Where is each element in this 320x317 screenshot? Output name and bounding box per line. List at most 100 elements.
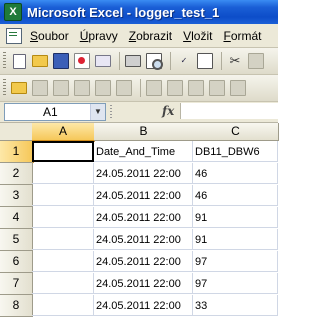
menu-upravy[interactable]: Úpravy bbox=[80, 29, 118, 43]
print-preview-button[interactable] bbox=[145, 52, 163, 70]
new-document-icon bbox=[12, 53, 26, 69]
excel-app-icon[interactable]: X bbox=[4, 3, 22, 21]
research-icon bbox=[197, 53, 213, 69]
print-preview-icon bbox=[146, 53, 163, 70]
cell-c5[interactable]: 91 bbox=[193, 229, 278, 250]
cell-b2[interactable]: 24.05.2011 22:00 bbox=[94, 163, 193, 184]
review-icon bbox=[188, 80, 204, 96]
cell-c7[interactable]: 97 bbox=[193, 273, 278, 294]
toolbar-separator bbox=[140, 79, 141, 97]
cell-a7[interactable] bbox=[32, 273, 94, 294]
review-button-10[interactable] bbox=[229, 79, 247, 97]
save-button[interactable] bbox=[52, 52, 70, 70]
cell-c8[interactable]: 33 bbox=[193, 295, 278, 316]
cell-c4[interactable]: 91 bbox=[193, 207, 278, 228]
spelling-icon: ✓ bbox=[180, 56, 188, 65]
cell-b4[interactable]: 24.05.2011 22:00 bbox=[94, 207, 193, 228]
review-button-4[interactable] bbox=[94, 79, 112, 97]
review-button-7[interactable] bbox=[166, 79, 184, 97]
review-icon bbox=[95, 80, 111, 96]
review-icon bbox=[116, 80, 132, 96]
toolbar-separator bbox=[170, 52, 171, 70]
copy-icon bbox=[248, 53, 264, 69]
review-icon bbox=[74, 80, 90, 96]
row-header-6[interactable]: 6 bbox=[0, 251, 33, 273]
review-button-1[interactable] bbox=[31, 79, 49, 97]
print-icon bbox=[125, 55, 141, 67]
row-header-3[interactable]: 3 bbox=[0, 185, 33, 207]
row-header-5[interactable]: 5 bbox=[0, 229, 33, 251]
toolbar-grip[interactable] bbox=[3, 52, 6, 70]
review-button-5[interactable] bbox=[115, 79, 133, 97]
save-icon bbox=[53, 53, 69, 69]
formula-bar: A1 ▼ fx bbox=[0, 102, 279, 123]
copy-button[interactable] bbox=[247, 52, 265, 70]
row-header-7[interactable]: 7 bbox=[0, 273, 33, 295]
formula-input[interactable] bbox=[180, 103, 279, 119]
workbook-icon[interactable] bbox=[6, 27, 22, 44]
review-icon bbox=[167, 80, 183, 96]
cell-b8[interactable]: 24.05.2011 22:00 bbox=[94, 295, 193, 316]
toolbar-separator bbox=[221, 52, 222, 70]
menu-vlozit[interactable]: Vložit bbox=[183, 29, 212, 43]
cell-b1[interactable]: Date_And_Time bbox=[94, 141, 193, 162]
name-box-value: A1 bbox=[43, 105, 58, 119]
menu-soubor[interactable]: Soubor bbox=[30, 29, 69, 43]
review-button-3[interactable] bbox=[73, 79, 91, 97]
window-title: Microsoft Excel - logger_test_1 bbox=[27, 4, 220, 20]
folder-button[interactable] bbox=[10, 79, 28, 97]
select-all-corner[interactable] bbox=[0, 123, 33, 141]
scissors-icon: ✂ bbox=[229, 53, 241, 68]
cell-b3[interactable]: 24.05.2011 22:00 bbox=[94, 185, 193, 206]
review-button-2[interactable] bbox=[52, 79, 70, 97]
cell-a1[interactable] bbox=[32, 141, 94, 162]
toolbar-separator bbox=[119, 52, 120, 70]
insert-function-icon[interactable]: fx bbox=[162, 104, 174, 118]
cut-button[interactable]: ✂ bbox=[226, 52, 244, 70]
column-header-b[interactable]: B bbox=[94, 123, 194, 141]
reviewing-toolbar bbox=[0, 75, 278, 102]
review-icon bbox=[230, 80, 246, 96]
chevron-down-icon[interactable]: ▼ bbox=[90, 104, 105, 120]
row-header-4[interactable]: 4 bbox=[0, 207, 33, 229]
permission-button[interactable] bbox=[73, 52, 91, 70]
email-button[interactable] bbox=[94, 52, 112, 70]
cell-a8[interactable] bbox=[32, 295, 94, 316]
cell-a4[interactable] bbox=[32, 207, 94, 228]
new-button[interactable] bbox=[10, 52, 28, 70]
menu-format[interactable]: Formát bbox=[223, 29, 261, 43]
email-icon bbox=[95, 55, 111, 67]
review-button-6[interactable] bbox=[145, 79, 163, 97]
review-button-8[interactable] bbox=[187, 79, 205, 97]
cell-c2[interactable]: 46 bbox=[193, 163, 278, 184]
toolbar-grip[interactable] bbox=[3, 79, 6, 97]
row-header-2[interactable]: 2 bbox=[0, 163, 33, 185]
open-folder-icon bbox=[32, 55, 48, 67]
spelling-button[interactable]: ✓ bbox=[175, 52, 193, 70]
cell-c6[interactable]: 97 bbox=[193, 251, 278, 272]
column-header-a[interactable]: A bbox=[32, 123, 95, 142]
cell-a2[interactable] bbox=[32, 163, 94, 184]
column-header-c[interactable]: C bbox=[193, 123, 279, 141]
menu-bar: Soubor Úpravy Zobrazit Vložit Formát bbox=[0, 24, 278, 48]
row-header-8[interactable]: 8 bbox=[0, 295, 33, 317]
title-bar[interactable]: X Microsoft Excel - logger_test_1 bbox=[0, 0, 278, 24]
cell-c1[interactable]: DB11_DBW6 bbox=[193, 141, 278, 162]
open-button[interactable] bbox=[31, 52, 49, 70]
cell-c3[interactable]: 46 bbox=[193, 185, 278, 206]
name-box[interactable]: A1 ▼ bbox=[4, 103, 106, 121]
formula-bar-divider[interactable] bbox=[110, 105, 112, 118]
cell-b6[interactable]: 24.05.2011 22:00 bbox=[94, 251, 193, 272]
cell-b7[interactable]: 24.05.2011 22:00 bbox=[94, 273, 193, 294]
cell-a6[interactable] bbox=[32, 251, 94, 272]
review-icon bbox=[53, 80, 69, 96]
print-button[interactable] bbox=[124, 52, 142, 70]
cell-a5[interactable] bbox=[32, 229, 94, 250]
review-button-9[interactable] bbox=[208, 79, 226, 97]
review-icon bbox=[32, 80, 48, 96]
row-header-1[interactable]: 1 bbox=[0, 141, 34, 163]
cell-b5[interactable]: 24.05.2011 22:00 bbox=[94, 229, 193, 250]
menu-zobrazit[interactable]: Zobrazit bbox=[129, 29, 172, 43]
cell-a3[interactable] bbox=[32, 185, 94, 206]
research-button[interactable] bbox=[196, 52, 214, 70]
